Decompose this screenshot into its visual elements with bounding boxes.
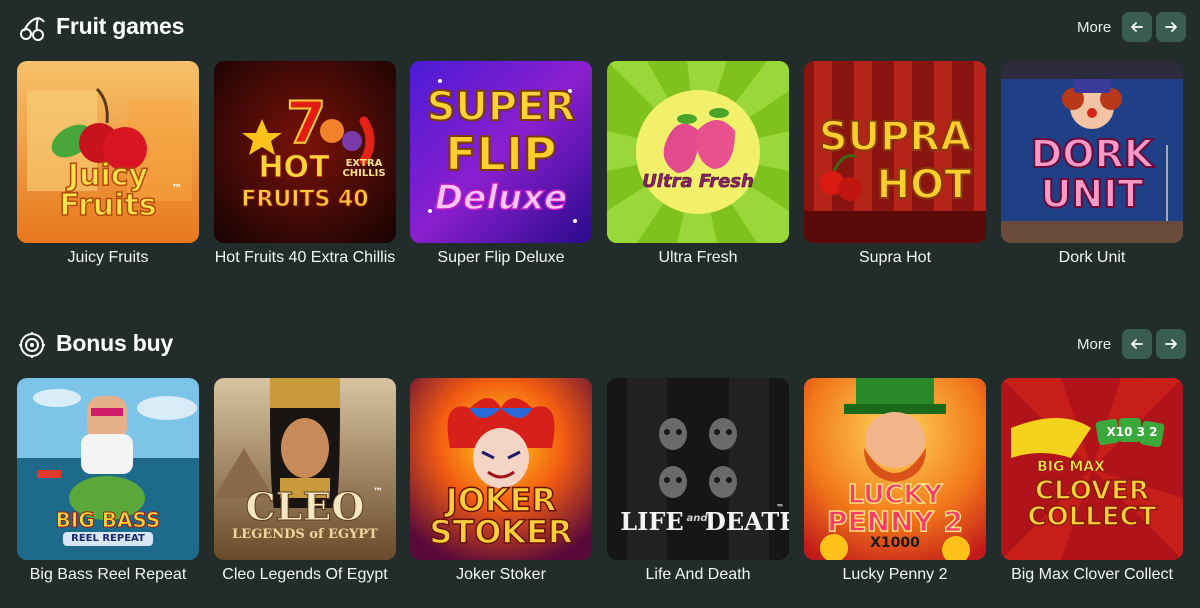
game-logo-text: LIFE xyxy=(620,507,684,536)
game-logo-text: REEL REPEAT xyxy=(63,532,153,546)
game-carousel: Juicy Fruits ™ Juicy Fruits 7 HOT EXTRA … xyxy=(0,61,1200,291)
game-thumbnail[interactable]: SUPRA HOT xyxy=(804,61,986,243)
game-logo-text: FLIP xyxy=(444,127,558,181)
game-logo-text: PENNY 2 xyxy=(826,505,964,538)
next-button[interactable] xyxy=(1156,12,1186,42)
game-logo-text: COLLECT xyxy=(1027,502,1157,532)
game-logo-text: HOT xyxy=(258,150,330,185)
game-title[interactable]: Juicy Fruits xyxy=(7,249,209,267)
game-card-lucky-penny-2[interactable]: LUCKY PENNY 2 X1000 Lucky Penny 2 xyxy=(804,378,986,583)
game-logo-text: X1000 xyxy=(870,535,920,551)
game-card-cleo-legends-of-egypt[interactable]: CLEO LEGENDS of EGYPT ™ Cleo Legends Of … xyxy=(214,378,396,583)
trademark-mark: ™ xyxy=(171,182,183,195)
game-title[interactable]: Super Flip Deluxe xyxy=(400,249,602,267)
game-card-life-and-death[interactable]: LIFE and DEATH ™ Life And Death xyxy=(607,378,789,583)
game-thumbnail[interactable]: DORK UNIT xyxy=(1001,61,1183,243)
game-logo-text: DEATH xyxy=(705,507,789,536)
game-title[interactable]: Life And Death xyxy=(597,566,799,584)
section-header: Fruit games More xyxy=(0,0,1200,60)
target-icon xyxy=(19,332,45,358)
game-title[interactable]: Lucky Penny 2 xyxy=(794,566,996,584)
game-logo-text: SUPRA xyxy=(818,114,972,160)
game-title[interactable]: Supra Hot xyxy=(794,249,996,267)
section-title: Bonus buy xyxy=(56,330,174,356)
arrow-left-icon xyxy=(1131,22,1143,32)
game-logo-text: Ultra Fresh xyxy=(642,171,754,192)
game-logo-text: X10 3 2 xyxy=(1106,425,1158,439)
section-header: Bonus buy More xyxy=(0,317,1200,377)
prev-button[interactable] xyxy=(1122,329,1152,359)
arrow-left-icon xyxy=(1131,339,1143,349)
game-title[interactable]: Cleo Legends Of Egypt xyxy=(204,566,406,584)
game-thumbnail[interactable]: X10 3 2 BIG MAX CLOVER COLLECT xyxy=(1001,378,1183,560)
game-logo-text: STOKER xyxy=(429,513,574,551)
game-logo-text: UNIT xyxy=(1040,172,1145,216)
game-title[interactable]: Joker Stoker xyxy=(400,566,602,584)
game-logo-text: FRUITS 40 xyxy=(241,187,369,212)
game-logo-text: CLOVER xyxy=(1034,476,1150,506)
game-thumbnail[interactable]: CLEO LEGENDS of EGYPT ™ xyxy=(214,378,396,560)
ultra-fresh-art xyxy=(607,61,789,243)
game-card-joker-stoker[interactable]: JOKER STOKER Joker Stoker xyxy=(410,378,592,583)
game-card-dork-unit[interactable]: DORK UNIT Dork Unit xyxy=(1001,61,1183,266)
arrow-right-icon xyxy=(1165,339,1177,349)
game-thumbnail[interactable]: 7 HOT EXTRA CHILLIS FRUITS 40 xyxy=(214,61,396,243)
arrow-right-icon xyxy=(1165,22,1177,32)
game-title[interactable]: Big Max Clover Collect xyxy=(991,566,1193,584)
game-logo-subtext: EXTRA CHILLIS xyxy=(342,158,386,179)
next-button[interactable] xyxy=(1156,329,1186,359)
more-link[interactable]: More xyxy=(1077,336,1111,353)
game-card-big-max-clover-collect[interactable]: X10 3 2 BIG MAX CLOVER COLLECT Big Max C… xyxy=(1001,378,1183,583)
section-title: Fruit games xyxy=(56,13,185,39)
game-logo-text: BIG MAX xyxy=(1037,459,1105,475)
game-card-super-flip-deluxe[interactable]: SUPER FLIP Deluxe Super Flip Deluxe xyxy=(410,61,592,266)
game-card-ultra-fresh[interactable]: Ultra Fresh Ultra Fresh xyxy=(607,61,789,266)
game-thumbnail[interactable]: SUPER FLIP Deluxe xyxy=(410,61,592,243)
game-thumbnail[interactable]: LUCKY PENNY 2 X1000 xyxy=(804,378,986,560)
trademark-mark: ™ xyxy=(373,487,383,498)
game-title[interactable]: Dork Unit xyxy=(991,249,1193,267)
game-card-big-bass-reel-repeat[interactable]: BIG BASS REEL REPEAT Big Bass Reel Repea… xyxy=(17,378,199,583)
game-logo-text: DORK xyxy=(1030,132,1155,176)
game-thumbnail[interactable]: LIFE and DEATH ™ xyxy=(607,378,789,560)
game-title[interactable]: Hot Fruits 40 Extra Chillis xyxy=(204,249,406,267)
game-carousel: BIG BASS REEL REPEAT Big Bass Reel Repea… xyxy=(0,378,1200,608)
more-link[interactable]: More xyxy=(1077,19,1111,36)
game-title[interactable]: Big Bass Reel Repeat xyxy=(7,566,209,584)
game-card-supra-hot[interactable]: SUPRA HOT Supra Hot xyxy=(804,61,986,266)
game-title[interactable]: Ultra Fresh xyxy=(597,249,799,267)
game-logo-text: SUPER xyxy=(426,84,577,130)
game-logo-text: BIG BASS xyxy=(55,508,161,532)
game-logo-text: LEGENDS of EGYPT xyxy=(232,527,378,542)
game-thumbnail[interactable]: BIG BASS REEL REPEAT xyxy=(17,378,199,560)
cherry-icon xyxy=(20,17,45,41)
game-thumbnail[interactable]: JOKER STOKER xyxy=(410,378,592,560)
trademark-mark: ™ xyxy=(776,503,784,512)
svg-text:7: 7 xyxy=(286,89,326,157)
game-card-juicy-fruits[interactable]: Juicy Fruits ™ Juicy Fruits xyxy=(17,61,199,266)
game-thumbnail[interactable]: Juicy Fruits ™ xyxy=(17,61,199,243)
game-card-hot-fruits-40-extra-chillis[interactable]: 7 HOT EXTRA CHILLIS FRUITS 40 Hot Fruits… xyxy=(214,61,396,266)
prev-button[interactable] xyxy=(1122,12,1152,42)
game-logo-text: Fruits xyxy=(59,188,158,223)
game-logo-text: HOT xyxy=(876,162,973,208)
game-logo-text: Deluxe xyxy=(434,178,568,218)
game-logo-text: JOKER xyxy=(445,481,557,519)
game-thumbnail[interactable]: Ultra Fresh xyxy=(607,61,789,243)
